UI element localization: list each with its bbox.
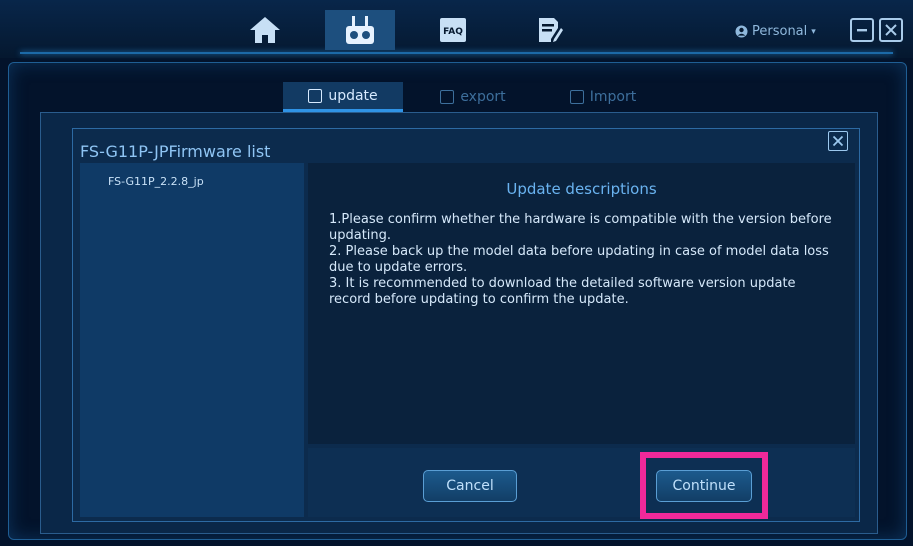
description-line: 3. It is recommended to download the det… [329,276,796,307]
close-icon [832,135,844,147]
faq-icon: FAQ [440,18,466,42]
description-line: 1.Please confirm whether the hardware is… [329,212,832,243]
tab-label: export [460,89,506,105]
close-icon [885,24,897,36]
export-icon [440,90,455,104]
import-icon [569,90,584,104]
firmware-list: FS-G11P_2.2.8_jp [80,163,304,517]
tab-update[interactable]: update [283,82,403,112]
dialog-footer [308,448,855,517]
tab-export[interactable]: export [413,82,533,112]
tab-label: update [328,87,378,104]
description-title: Update descriptions [506,180,657,198]
faq-text: FAQ [443,27,463,37]
minimize-icon [857,29,867,32]
user-label: Personal [752,24,808,39]
update-icon [308,88,323,103]
document-edit-icon [539,18,563,42]
dialog-title: FS-G11P-JPFirmware list [80,142,271,161]
cancel-button[interactable]: Cancel [423,470,517,502]
faq-nav-button[interactable]: FAQ [418,10,488,50]
top-bar: FAQ Personal ▾ [0,0,913,58]
user-menu[interactable]: Personal ▾ [735,24,816,39]
tab-bar: update export Import [283,82,663,112]
close-window-button[interactable] [879,18,903,42]
highlight-box [640,452,768,519]
firmware-list-item[interactable]: FS-G11P_2.2.8_jp [108,175,204,188]
remote-controller-icon [346,16,374,44]
home-icon [250,17,280,43]
home-nav-button[interactable] [230,10,300,50]
top-bar-rim [20,52,893,54]
remote-controller-nav-button[interactable] [325,10,395,50]
document-nav-button[interactable] [514,10,584,50]
tab-label: Import [589,89,637,105]
chevron-down-icon: ▾ [811,26,816,37]
description-line: 2. Please back up the model data before … [329,244,829,275]
user-icon [735,25,748,38]
dialog-close-button[interactable] [828,131,848,151]
tab-import[interactable]: Import [543,82,663,112]
minimize-button[interactable] [850,18,874,42]
description-text: 1.Please confirm whether the hardware is… [329,212,837,308]
